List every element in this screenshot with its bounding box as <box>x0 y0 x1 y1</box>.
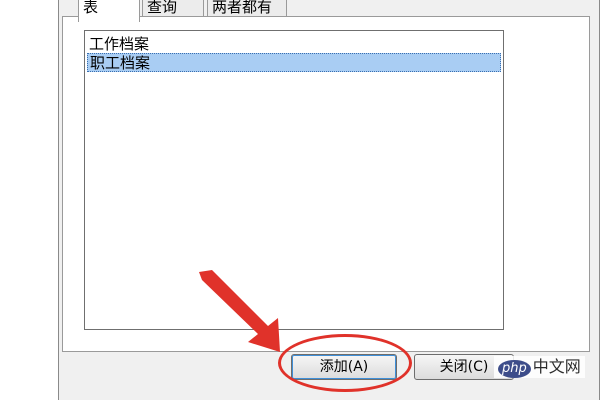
watermark-logo: php <box>498 360 531 378</box>
tab-tables[interactable]: 表 <box>78 0 140 22</box>
watermark-text: 中文网 <box>532 357 581 376</box>
site-watermark: php 中文网 <box>494 356 585 378</box>
pointer-arrow-icon <box>199 270 280 352</box>
